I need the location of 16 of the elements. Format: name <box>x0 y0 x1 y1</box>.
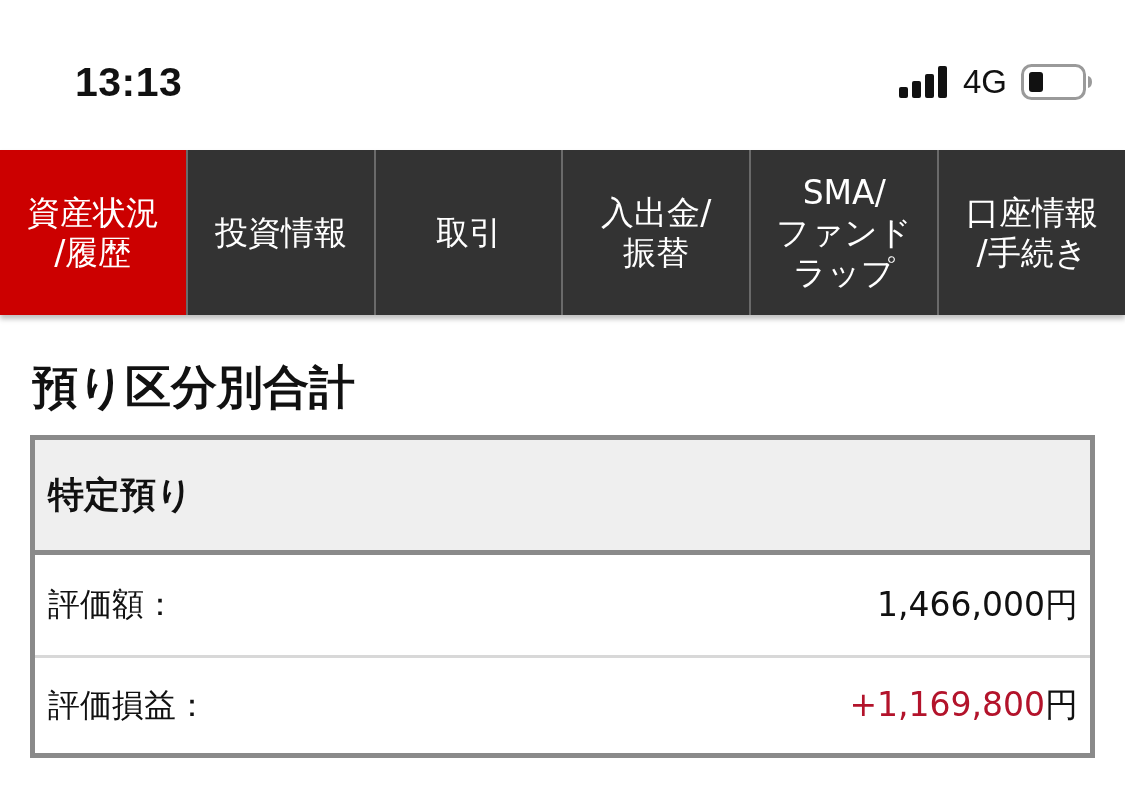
status-time: 13:13 <box>75 58 183 106</box>
battery-icon <box>1021 64 1093 100</box>
row-label: 評価損益： <box>48 684 208 726</box>
signal-icon <box>898 66 949 98</box>
section-title: 預り区分別合計 <box>32 359 356 415</box>
network-label: 4G <box>962 63 1007 101</box>
nav-tab[interactable]: SMA/ ファンド ラップ <box>751 150 938 315</box>
row-label: 評価額： <box>48 584 176 625</box>
amount-text: 1,466,000円 <box>877 583 1078 626</box>
table-header: 特定預り <box>35 440 1090 555</box>
amount-text: +1,169,800円 <box>849 684 1078 726</box>
nav-tab[interactable]: 入出金/ 振替 <box>563 150 750 315</box>
nav-tab[interactable]: 口座情報 /手続き <box>939 150 1125 315</box>
nav-tab[interactable]: 資産状況 /履歴 <box>0 150 186 315</box>
nav-tab[interactable]: 投資情報 <box>187 150 374 315</box>
nav-tab[interactable]: 取引 <box>375 150 562 315</box>
